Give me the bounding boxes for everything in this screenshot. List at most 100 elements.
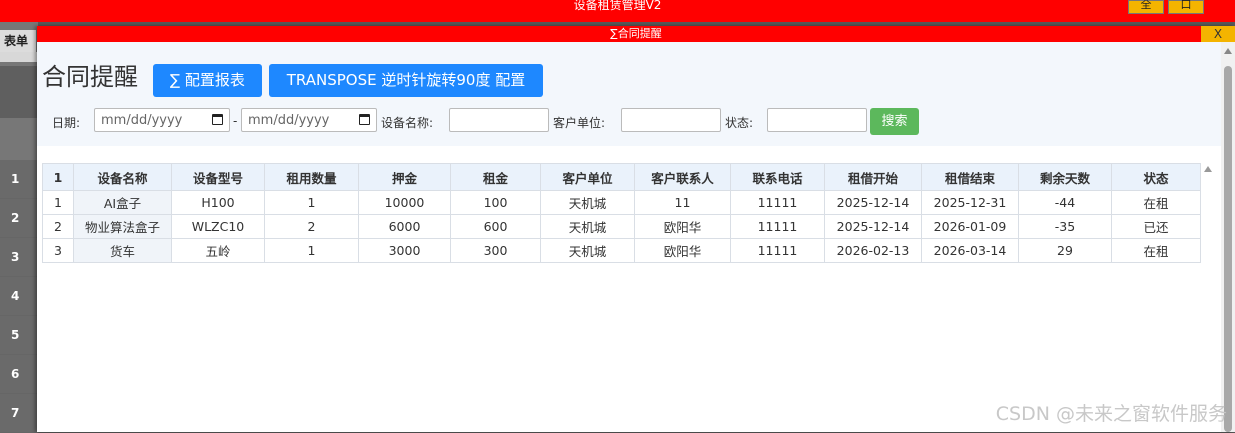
table-cell: 货车 bbox=[73, 238, 172, 263]
contract-reminder-dialog: ∑合同提醒 X 合同提醒 ∑ 配置报表 TRANSPOSE 逆时针旋转90度 配… bbox=[37, 26, 1235, 432]
calendar-icon[interactable] bbox=[359, 114, 370, 125]
table-cell: 11111 bbox=[730, 238, 825, 263]
table-cell: 天机城 bbox=[540, 190, 635, 215]
table-cell: 10000 bbox=[358, 190, 451, 215]
column-header[interactable]: 联系电话 bbox=[730, 163, 825, 191]
date-end-placeholder: mm/dd/yyyy bbox=[248, 113, 330, 128]
table-cell: 1 bbox=[264, 238, 359, 263]
background-row-number: 4 bbox=[0, 277, 38, 316]
table-cell: 2025-12-14 bbox=[824, 214, 922, 239]
table-header-row: 1 设备名称 设备型号 租用数量 押金 租金 客户单位 客户联系人 联系电话 租… bbox=[42, 163, 1201, 191]
scrollbar-thumb[interactable] bbox=[1224, 66, 1232, 432]
table-cell: 天机城 bbox=[540, 238, 635, 263]
column-header[interactable]: 客户单位 bbox=[540, 163, 635, 191]
table-cell: 欧阳华 bbox=[634, 214, 731, 239]
column-header[interactable]: 状态 bbox=[1111, 163, 1201, 191]
app-title: 设备租赁管理V2 bbox=[573, 0, 662, 12]
watermark: CSDN @未来之窗软件服务 bbox=[995, 403, 1227, 425]
table-cell: -35 bbox=[1018, 214, 1112, 239]
table-cell: 2025-12-31 bbox=[921, 190, 1019, 215]
scroll-up-arrow-icon[interactable] bbox=[1224, 48, 1232, 54]
table-cell: 6000 bbox=[358, 214, 451, 239]
background-row-number: 6 bbox=[0, 355, 38, 394]
column-header[interactable]: 租借开始 bbox=[824, 163, 922, 191]
table-cell: 2 bbox=[42, 214, 74, 239]
filter-panel: 合同提醒 ∑ 配置报表 TRANSPOSE 逆时针旋转90度 配置 日期: mm… bbox=[37, 42, 1221, 146]
background-row-number: 1 bbox=[0, 160, 38, 199]
dialog-title: ∑合同提醒 bbox=[610, 27, 662, 40]
column-header[interactable]: 设备名称 bbox=[73, 163, 172, 191]
table-cell: 11 bbox=[634, 190, 731, 215]
column-header[interactable]: 租金 bbox=[450, 163, 541, 191]
close-button[interactable]: X bbox=[1201, 26, 1235, 42]
table-scroll-up-icon[interactable] bbox=[1204, 166, 1212, 172]
column-header[interactable]: 客户联系人 bbox=[634, 163, 731, 191]
table-cell: 在租 bbox=[1111, 238, 1201, 263]
column-header[interactable]: 1 bbox=[42, 163, 74, 191]
table-cell: 1 bbox=[42, 190, 74, 215]
device-name-input[interactable] bbox=[449, 108, 549, 132]
table-cell: 600 bbox=[450, 214, 541, 239]
dialog-scrollbar[interactable] bbox=[1221, 42, 1235, 432]
table-cell: 欧阳华 bbox=[634, 238, 731, 263]
column-header[interactable]: 押金 bbox=[358, 163, 451, 191]
dialog-body: 合同提醒 ∑ 配置报表 TRANSPOSE 逆时针旋转90度 配置 日期: mm… bbox=[37, 42, 1221, 432]
table-row[interactable]: 1 AI盒子 H100 1 10000 100 天机城 11 11111 202… bbox=[42, 190, 1201, 215]
table-cell: 2025-12-14 bbox=[824, 190, 922, 215]
table-cell: 11111 bbox=[730, 214, 825, 239]
column-header[interactable]: 剩余天数 bbox=[1018, 163, 1112, 191]
background-row-number: 3 bbox=[0, 238, 38, 277]
background-row-numbers: 1 2 3 4 5 6 7 bbox=[0, 160, 38, 433]
table-cell: 100 bbox=[450, 190, 541, 215]
contract-table: 1 设备名称 设备型号 租用数量 押金 租金 客户单位 客户联系人 联系电话 租… bbox=[42, 163, 1201, 263]
table-cell: -44 bbox=[1018, 190, 1112, 215]
customer-input[interactable] bbox=[621, 108, 721, 132]
table-cell: 3000 bbox=[358, 238, 451, 263]
transpose-config-button[interactable]: TRANSPOSE 逆时针旋转90度 配置 bbox=[269, 64, 543, 97]
date-start-placeholder: mm/dd/yyyy bbox=[101, 113, 183, 128]
table-cell: 29 bbox=[1018, 238, 1112, 263]
table-row[interactable]: 3 货车 五岭 1 3000 300 天机城 欧阳华 11111 2026-02… bbox=[42, 238, 1201, 263]
page-title: 合同提醒 bbox=[42, 63, 138, 91]
table-cell: 300 bbox=[450, 238, 541, 263]
fullscreen-button[interactable]: 全 bbox=[1128, 0, 1164, 14]
table-cell: 1 bbox=[264, 190, 359, 215]
background-row-number: 7 bbox=[0, 394, 38, 433]
background-row-number: 5 bbox=[0, 316, 38, 355]
search-button[interactable]: 搜索 bbox=[870, 108, 919, 135]
filter-bar: 日期: mm/dd/yyyy - mm/dd/yyyy 设备名称: 客户单位: … bbox=[37, 108, 1221, 135]
table-cell: 2026-02-13 bbox=[824, 238, 922, 263]
window-button[interactable]: 口 bbox=[1168, 0, 1204, 14]
table-cell: H100 bbox=[171, 190, 265, 215]
table-cell: 五岭 bbox=[171, 238, 265, 263]
status-label: 状态: bbox=[725, 116, 754, 130]
date-end-input[interactable]: mm/dd/yyyy bbox=[241, 108, 377, 132]
table-cell: WLZC10 bbox=[171, 214, 265, 239]
date-start-input[interactable]: mm/dd/yyyy bbox=[94, 108, 230, 132]
table-cell: 2026-03-14 bbox=[921, 238, 1019, 263]
background-form-tab[interactable]: 表单 bbox=[0, 30, 36, 52]
config-report-button[interactable]: ∑ 配置报表 bbox=[153, 64, 262, 97]
background-row-number: 2 bbox=[0, 199, 38, 238]
column-header[interactable]: 设备型号 bbox=[171, 163, 265, 191]
date-label: 日期: bbox=[52, 116, 81, 130]
column-header[interactable]: 租借结束 bbox=[921, 163, 1019, 191]
background-header-block bbox=[0, 66, 38, 118]
status-input[interactable] bbox=[767, 108, 867, 132]
date-separator: - bbox=[233, 114, 238, 128]
table-row[interactable]: 2 物业算法盒子 WLZC10 2 6000 600 天机城 欧阳华 11111… bbox=[42, 214, 1201, 239]
table-cell: 在租 bbox=[1111, 190, 1201, 215]
background-toolbar-strip bbox=[0, 52, 38, 62]
table-cell: 已还 bbox=[1111, 214, 1201, 239]
dialog-title-bar[interactable]: ∑合同提醒 X bbox=[37, 26, 1235, 42]
table-cell: 3 bbox=[42, 238, 74, 263]
calendar-icon[interactable] bbox=[212, 114, 223, 125]
column-header[interactable]: 租用数量 bbox=[264, 163, 359, 191]
table-cell: 2 bbox=[264, 214, 359, 239]
table-cell: 物业算法盒子 bbox=[73, 214, 172, 239]
app-title-bar: 设备租赁管理V2 bbox=[0, 0, 1235, 22]
table-cell: 2026-01-09 bbox=[921, 214, 1019, 239]
table-cell: AI盒子 bbox=[73, 190, 172, 215]
table-cell: 天机城 bbox=[540, 214, 635, 239]
customer-label: 客户单位: bbox=[553, 116, 606, 130]
